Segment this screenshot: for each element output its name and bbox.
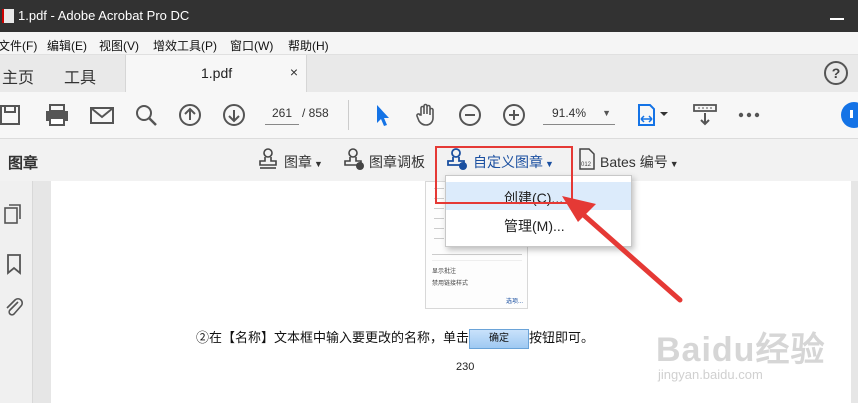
- share-icon[interactable]: [838, 102, 858, 128]
- acrobat-file-icon: [2, 9, 14, 23]
- zoom-level-value: 91.4%: [552, 106, 587, 120]
- more-options-icon[interactable]: [736, 102, 762, 128]
- window-title: 1.pdf - Adobe Acrobat Pro DC: [18, 8, 190, 23]
- thumb-line: [432, 254, 522, 255]
- stamp-toolbar: 图章 图章 ▼ 图章调板 自定义图章 ▼ 012 Bates 编号 ▼: [0, 139, 858, 182]
- fit-page-icon[interactable]: [636, 102, 670, 128]
- tab-home[interactable]: 主页: [2, 64, 34, 88]
- menu-edit[interactable]: 编辑(E): [47, 37, 87, 54]
- instruction-text-after: 按钮即可。: [529, 331, 595, 346]
- thumb-line: [434, 238, 444, 239]
- tab-tools[interactable]: 工具: [64, 64, 96, 88]
- help-icon[interactable]: ?: [824, 61, 848, 85]
- menu-window[interactable]: 窗口(W): [230, 37, 273, 54]
- stamp-palette-label: 图章调板: [369, 154, 425, 170]
- bates-numbering-label: Bates 编号: [600, 154, 668, 170]
- scroll-mode-icon[interactable]: [692, 102, 718, 128]
- caret-down-icon: ▼: [669, 159, 679, 169]
- menu-item-manage[interactable]: 管理(M)...: [446, 210, 631, 238]
- select-cursor-icon[interactable]: [369, 102, 395, 128]
- zoom-out-icon[interactable]: [457, 102, 483, 128]
- thumb-option-show-comments: 显示批注: [432, 269, 457, 275]
- close-tab-icon[interactable]: ×: [290, 64, 298, 80]
- zoom-in-icon[interactable]: [501, 102, 527, 128]
- menu-view[interactable]: 视图(V): [99, 37, 139, 54]
- menu-help[interactable]: 帮助(H): [288, 37, 329, 54]
- menu-file[interactable]: 文件(F): [0, 37, 37, 54]
- thumb-line: [434, 218, 444, 219]
- menu-plugins[interactable]: 增效工具(P): [153, 37, 217, 54]
- thumb-line: [432, 260, 522, 261]
- ok-button-image: 确定: [469, 328, 530, 349]
- thumb-option-disable-links: 禁用链接样式: [432, 281, 469, 287]
- menu-bar: 文件(F) 编辑(E) 视图(V) 增效工具(P) 窗口(W) 帮助(H): [0, 32, 858, 55]
- stamp-button[interactable]: 图章 ▼: [257, 147, 327, 173]
- bookmark-icon[interactable]: [4, 253, 24, 275]
- save-icon[interactable]: [0, 102, 26, 128]
- highlight-box: [435, 146, 573, 204]
- email-icon[interactable]: [89, 102, 115, 128]
- instruction-text-before: ②在【名称】文本框中输入要更改的名称，单击: [196, 331, 470, 346]
- next-page-icon[interactable]: [221, 102, 247, 128]
- bates-numbering-button[interactable]: 012 Bates 编号 ▼: [578, 147, 679, 173]
- stamp-toolbar-title: 图章: [8, 155, 39, 172]
- left-nav-panel: [0, 181, 33, 403]
- stamp-palette-button[interactable]: 图章调板: [343, 147, 433, 173]
- attachment-icon[interactable]: [4, 296, 24, 318]
- search-icon[interactable]: [133, 102, 159, 128]
- main-toolbar: 261 / 858 91.4% ▼: [0, 92, 858, 139]
- page-number-input[interactable]: 261: [265, 102, 299, 125]
- previous-page-icon[interactable]: [177, 102, 203, 128]
- caret-down-icon: ▼: [314, 159, 323, 169]
- baidu-watermark-logo: Baidu经验 jingyan.baidu.com: [648, 322, 848, 402]
- instruction-text: ②在【名称】文本框中输入要更改的名称，单击 确定 按钮即可。: [196, 327, 594, 349]
- menu-item-manage-label: 管理(M)...: [504, 218, 565, 234]
- watermark-sub-text: jingyan.baidu.com: [658, 367, 763, 382]
- stamp-button-label: 图章: [284, 154, 312, 170]
- page-footer-number: 230: [456, 361, 475, 373]
- thumb-line: [434, 208, 444, 209]
- title-bar: 1.pdf - Adobe Acrobat Pro DC: [0, 0, 858, 32]
- page-thumbnails-icon[interactable]: [4, 203, 24, 225]
- bates-document-icon: 012: [578, 147, 596, 171]
- stamp-palette-icon: [343, 147, 365, 171]
- hand-tool-icon[interactable]: [413, 102, 439, 128]
- zoom-level-select[interactable]: 91.4% ▼: [543, 102, 615, 125]
- svg-text:012: 012: [581, 162, 592, 168]
- tab-bar: 主页 工具 1.pdf × ?: [0, 55, 858, 93]
- page-total: / 858: [302, 106, 329, 120]
- print-icon[interactable]: [44, 102, 70, 128]
- thumb-line: [434, 228, 444, 229]
- toolbar-divider: [348, 100, 349, 130]
- thumb-options-link: 选项...: [506, 299, 524, 305]
- watermark-main-text: Baidu经验: [656, 331, 826, 369]
- minimize-button[interactable]: [830, 18, 844, 20]
- tab-document[interactable]: 1.pdf ×: [125, 55, 307, 92]
- stamp-icon: [257, 147, 279, 171]
- tab-document-label: 1.pdf: [201, 65, 233, 81]
- chevron-down-icon: ▼: [602, 108, 611, 118]
